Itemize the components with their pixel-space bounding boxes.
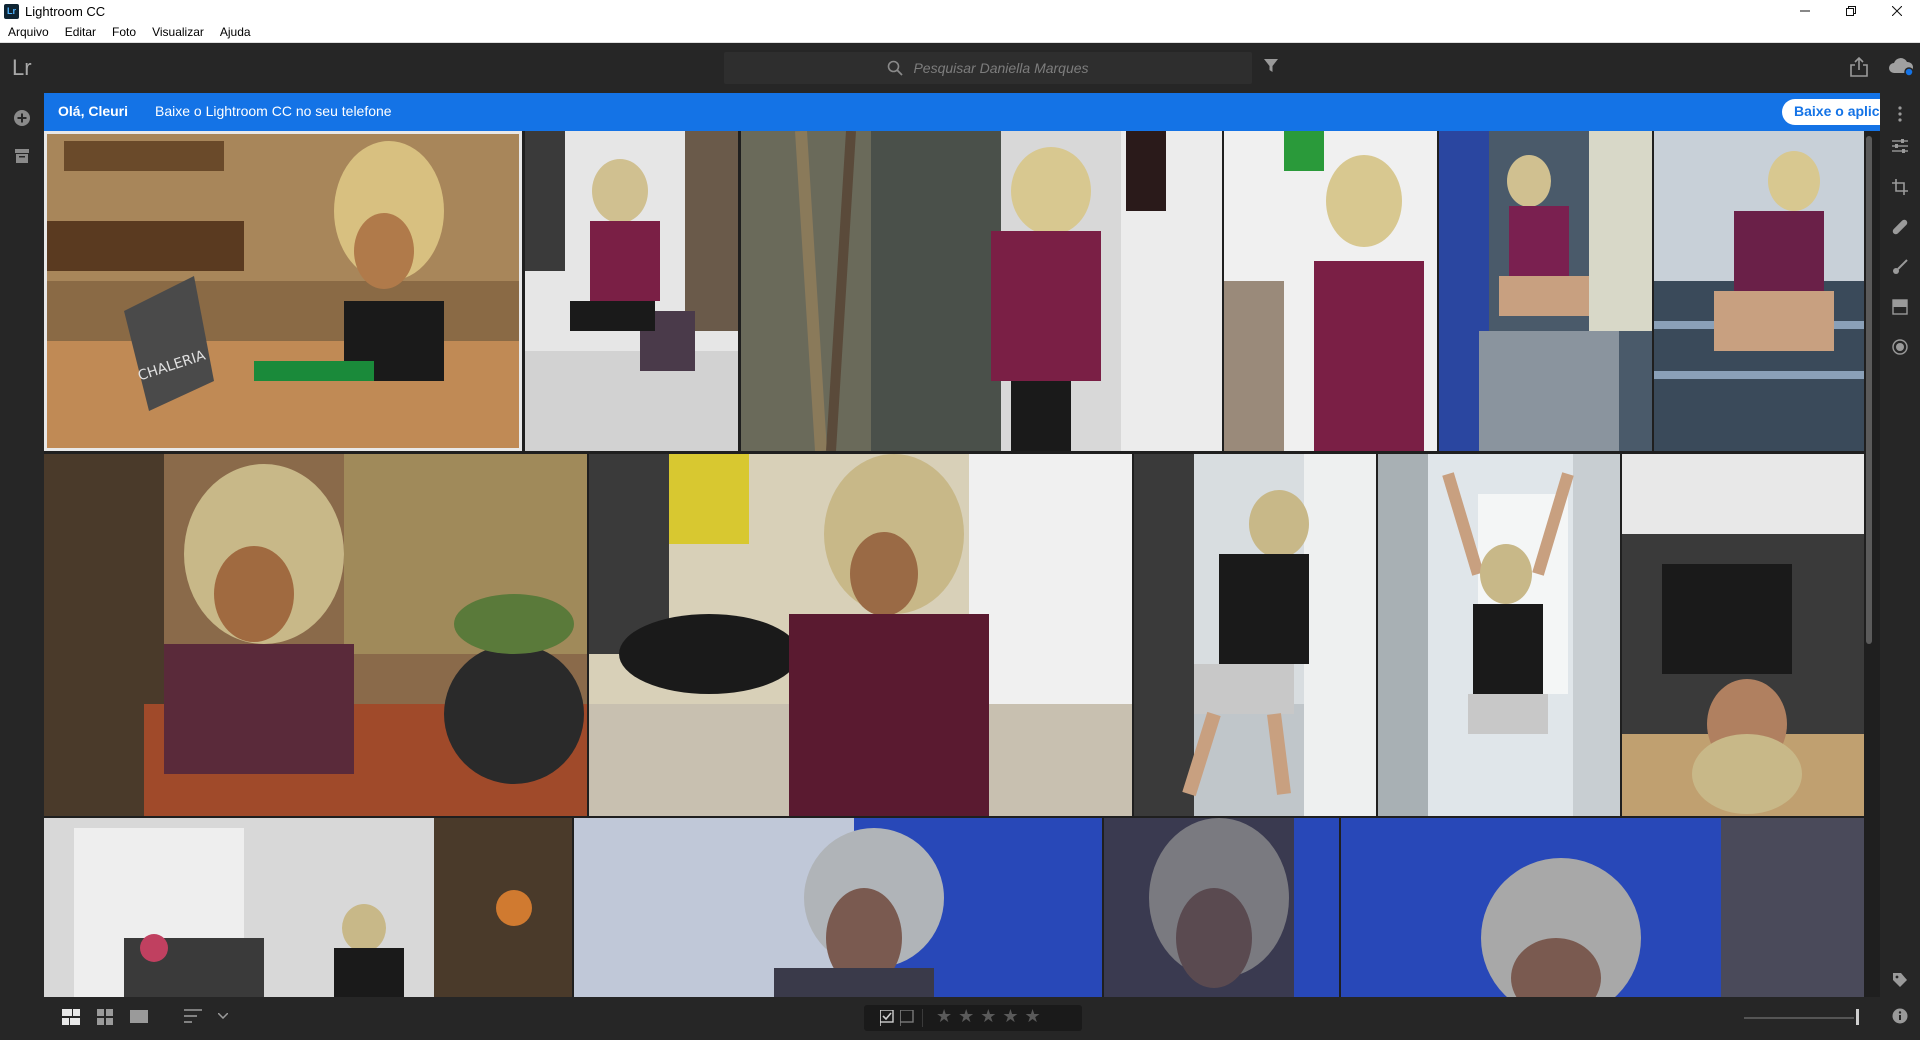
photo-thumbnail-12[interactable] [44,818,572,997]
zoom-slider-knob[interactable] [1856,1009,1859,1025]
grid-scrollbar[interactable] [1866,136,1872,644]
detail-view-icon[interactable] [130,1009,148,1025]
photo-thumbnail-8[interactable] [589,454,1132,816]
banner-message[interactable]: Baixe o Lightroom CC no seu telefone [155,103,392,119]
zoom-slider-track[interactable] [1744,1017,1854,1019]
brush-icon[interactable] [1889,256,1911,278]
radial-gradient-icon[interactable] [1889,336,1911,358]
banner-greeting: Olá, Cleuri [58,103,129,119]
photo-thumbnail-1[interactable]: CHALERIA [44,131,522,451]
reject-flag-icon[interactable] [900,1010,914,1026]
photo-thumbnail-4[interactable] [1224,131,1437,451]
linear-gradient-icon[interactable] [1889,296,1911,318]
window-controls [1782,0,1920,22]
lightroom-app-icon: Lr [4,3,19,19]
chevron-down-icon[interactable] [218,1013,228,1019]
bottom-toolbar: ★★★★★ [44,997,1880,1040]
square-grid-view-icon[interactable] [97,1009,113,1025]
window-title: Lightroom CC [25,3,106,19]
download-app-button[interactable]: Baixe o aplic [1782,99,1880,125]
menu-foto[interactable]: Foto [104,25,144,39]
edit-sliders-icon[interactable] [1889,135,1911,157]
filter-icon[interactable] [1264,59,1278,73]
keyword-tag-icon[interactable] [1889,969,1911,991]
crop-icon[interactable] [1889,176,1911,198]
cloud-sync-icon[interactable] [1888,57,1914,77]
lr-logo[interactable]: Lr [12,55,32,81]
photo-thumbnail-2[interactable] [525,131,738,451]
photo-grid-view-icon[interactable] [62,1009,80,1025]
photo-thumbnail-9[interactable] [1134,454,1376,816]
library-icon[interactable] [11,145,33,167]
photo-thumbnail-6[interactable] [1654,131,1864,451]
photo-thumbnail-3[interactable] [741,131,1222,451]
search-field[interactable]: Pesquisar Daniella Marques [724,52,1252,84]
menu-ajuda[interactable]: Ajuda [212,25,259,39]
photo-thumbnail-7[interactable] [44,454,587,816]
menu-arquivo[interactable]: Arquivo [0,25,57,39]
photo-thumbnail-11[interactable] [1622,454,1864,816]
info-icon[interactable] [1889,1005,1911,1027]
menu-bar: Arquivo Editar Foto Visualizar Ajuda [0,22,1920,43]
minimize-icon[interactable] [1782,0,1828,22]
photo-thumbnail-13[interactable] [574,818,1102,997]
left-rail [0,93,44,1040]
star-rating[interactable]: ★★★★★ [936,1006,1047,1027]
photo-thumbnail-10[interactable] [1378,454,1620,816]
more-options-icon[interactable] [1889,103,1911,125]
flag-divider [922,1009,923,1027]
photo-thumbnail-5[interactable] [1439,131,1652,451]
search-icon [888,60,904,76]
healing-bandage-icon[interactable] [1889,216,1911,238]
share-icon[interactable] [1850,57,1868,77]
close-icon[interactable] [1874,0,1920,22]
add-photos-icon[interactable] [11,107,33,129]
window-title-bar: Lr Lightroom CC [0,0,1920,22]
pick-flag-icon[interactable] [880,1010,894,1026]
sort-icon[interactable] [184,1009,202,1023]
right-rail [1880,93,1920,1040]
menu-editar[interactable]: Editar [57,25,104,39]
photo-thumbnail-15[interactable] [1341,818,1864,997]
restore-icon[interactable] [1828,0,1874,22]
menu-visualizar[interactable]: Visualizar [144,25,212,39]
photo-thumbnail-14[interactable] [1104,818,1339,997]
search-placeholder: Pesquisar Daniella Marques [913,60,1089,76]
app-header: Lr Pesquisar Daniella Marques [0,43,1920,93]
promo-banner: Olá, Cleuri Baixe o Lightroom CC no seu … [44,93,1880,131]
photo-grid: CHALERIA [44,131,1864,997]
